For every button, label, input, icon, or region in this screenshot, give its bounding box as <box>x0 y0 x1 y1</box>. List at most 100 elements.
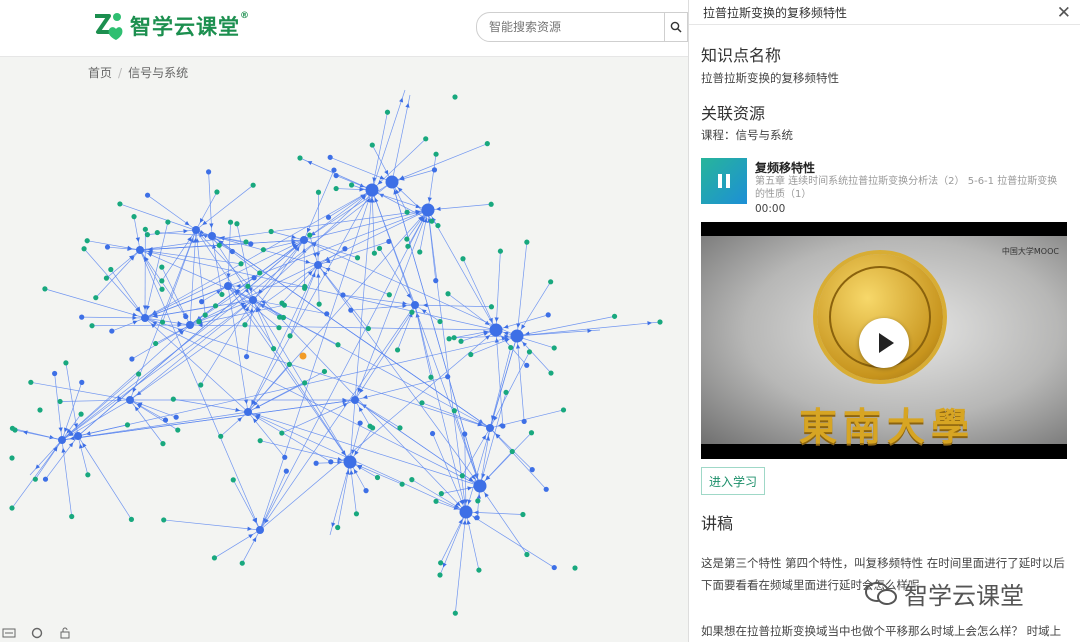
graph-node[interactable] <box>183 313 189 320</box>
graph-node[interactable] <box>270 346 277 352</box>
breadcrumb-home[interactable]: 首页 <box>88 66 112 80</box>
graph-node[interactable] <box>394 347 401 353</box>
graph-node[interactable] <box>32 476 38 482</box>
graph-node[interactable] <box>170 396 176 402</box>
graph-node[interactable] <box>386 292 392 298</box>
graph-hub-node[interactable] <box>385 175 399 189</box>
graph-node[interactable] <box>374 474 381 481</box>
graph-node[interactable] <box>321 368 328 375</box>
graph-node[interactable] <box>279 430 285 436</box>
graph-node[interactable] <box>37 407 43 413</box>
graph-node[interactable] <box>488 304 495 310</box>
graph-node[interactable] <box>529 467 535 473</box>
graph-node[interactable] <box>117 201 123 207</box>
graph-node[interactable] <box>445 291 451 297</box>
graph-node[interactable] <box>63 360 69 366</box>
graph-node[interactable] <box>302 380 308 386</box>
knowledge-graph[interactable] <box>0 80 688 626</box>
graph-node[interactable] <box>548 370 554 376</box>
graph-node[interactable] <box>131 214 137 220</box>
graph-node[interactable] <box>348 307 354 313</box>
graph-node[interactable] <box>175 427 181 433</box>
graph-hub-node[interactable] <box>473 479 487 493</box>
graph-node[interactable] <box>199 299 205 305</box>
graph-hub-node[interactable] <box>249 296 257 304</box>
graph-hub-node[interactable] <box>510 329 524 343</box>
graph-hub-node[interactable] <box>300 236 308 244</box>
graph-node[interactable] <box>42 476 49 482</box>
graph-node[interactable] <box>348 182 355 188</box>
graph-node[interactable] <box>128 516 135 522</box>
graph-node[interactable] <box>417 249 423 255</box>
graph-node[interactable] <box>451 408 457 414</box>
graph-hub-node[interactable] <box>136 246 144 254</box>
graph-node[interactable] <box>551 345 557 351</box>
graph-node[interactable] <box>397 425 403 431</box>
graph-node[interactable] <box>324 311 330 317</box>
graph-node[interactable] <box>243 239 249 245</box>
graph-node[interactable] <box>497 248 504 254</box>
graph-node[interactable] <box>438 491 444 497</box>
graph-node[interactable] <box>462 431 468 437</box>
graph-node[interactable] <box>342 246 348 252</box>
graph-node[interactable] <box>173 414 179 420</box>
graph-node[interactable] <box>159 319 166 325</box>
graph-hub-node[interactable] <box>126 396 134 404</box>
graph-hub-node[interactable] <box>314 261 322 269</box>
graph-node[interactable] <box>316 301 322 307</box>
graph-node[interactable] <box>239 560 245 566</box>
graph-node[interactable] <box>202 312 208 318</box>
graph-node[interactable] <box>279 300 285 306</box>
graph-node[interactable] <box>429 218 435 224</box>
graph-hub-node[interactable] <box>192 226 200 234</box>
graph-node[interactable] <box>437 572 443 578</box>
graph-node[interactable] <box>108 266 114 273</box>
graph-node[interactable] <box>551 564 557 571</box>
graph-node[interactable] <box>12 427 18 433</box>
graph-node[interactable] <box>69 513 75 520</box>
graph-node[interactable] <box>57 398 63 405</box>
graph-node[interactable] <box>227 219 234 225</box>
graph-node[interactable] <box>560 407 567 413</box>
graph-node[interactable] <box>81 246 87 252</box>
graph-node[interactable] <box>476 567 482 573</box>
graph-node[interactable] <box>543 486 549 492</box>
graph-node[interactable] <box>548 279 554 285</box>
graph-node[interactable] <box>446 336 452 342</box>
graph-node[interactable] <box>144 232 151 238</box>
graph-node[interactable] <box>52 370 58 377</box>
graph-node[interactable] <box>433 498 439 504</box>
graph-node[interactable] <box>657 319 663 325</box>
graph-node[interactable] <box>335 524 341 531</box>
graph-node[interactable] <box>196 319 202 325</box>
video-player[interactable]: 中国大学MOOC 東南大學 <box>701 222 1067 459</box>
graph-nodes[interactable] <box>9 94 663 616</box>
graph-node[interactable] <box>245 283 251 289</box>
graph-node[interactable] <box>468 351 474 358</box>
graph-node[interactable] <box>104 244 111 250</box>
graph-hub-node[interactable] <box>489 323 503 337</box>
graph-node[interactable] <box>451 335 457 341</box>
graph-node[interactable] <box>124 422 131 428</box>
search-button[interactable] <box>664 13 687 41</box>
graph-node[interactable] <box>475 498 481 504</box>
graph-node[interactable] <box>79 314 85 320</box>
lock-icon[interactable] <box>58 626 72 640</box>
graph-node[interactable] <box>460 256 466 262</box>
graph-hub-node[interactable] <box>208 232 216 240</box>
graph-node[interactable] <box>405 243 411 249</box>
graph-node[interactable] <box>335 342 341 348</box>
graph-node[interactable] <box>251 275 257 281</box>
graph-node[interactable] <box>42 286 48 292</box>
graph-node[interactable] <box>307 232 313 238</box>
graph-node[interactable] <box>369 142 375 148</box>
graph-node[interactable] <box>353 511 360 517</box>
graph-node[interactable] <box>282 454 288 460</box>
graph-node[interactable] <box>89 323 95 329</box>
graph-node[interactable] <box>257 438 263 444</box>
graph-node[interactable] <box>357 420 363 426</box>
graph-hub-node[interactable] <box>421 203 435 217</box>
graph-node[interactable] <box>165 219 171 225</box>
graph-node[interactable] <box>315 189 322 195</box>
graph-node[interactable] <box>159 286 165 292</box>
